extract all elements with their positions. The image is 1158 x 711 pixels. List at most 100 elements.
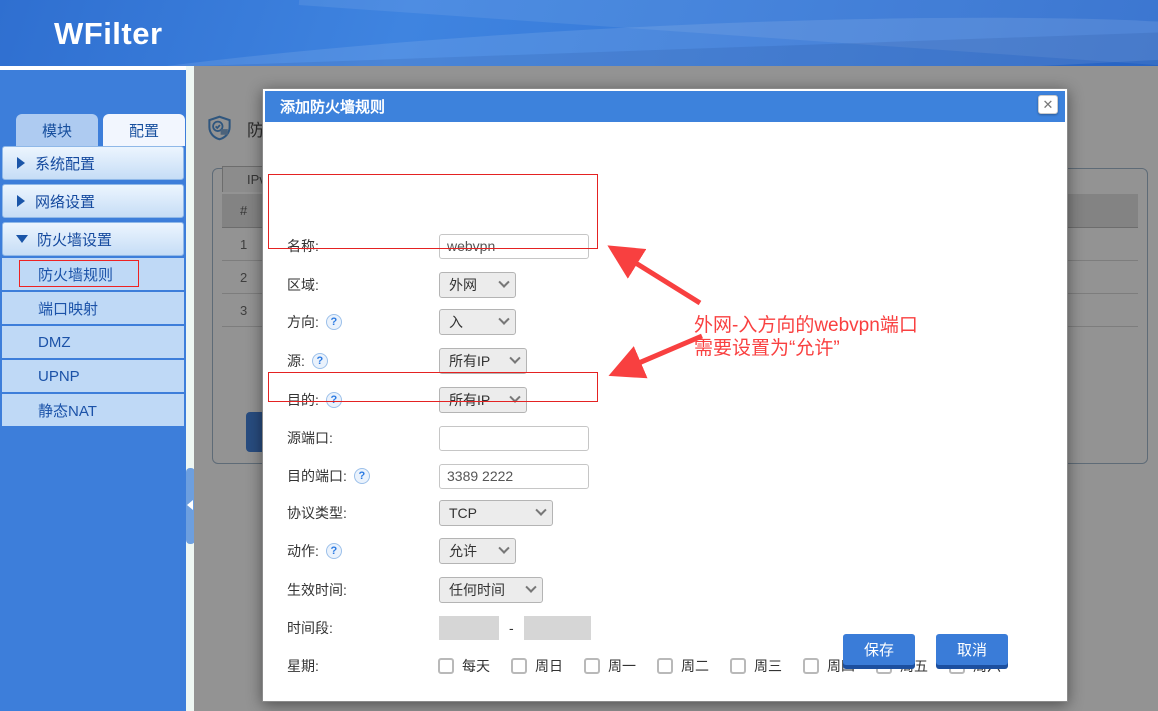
help-icon[interactable]: ? [312, 353, 328, 369]
top-banner: WFilter [0, 0, 1158, 66]
help-icon[interactable]: ? [354, 468, 370, 484]
dialog-header: 添加防火墙规则 [265, 91, 1065, 122]
field-label: 星期: [287, 656, 319, 676]
time-start-input[interactable] [439, 616, 499, 640]
form-row-source-port: 源端口: [287, 425, 1047, 451]
chevron-down-icon [509, 353, 520, 364]
sidebar-item-label: UPNP [38, 368, 80, 385]
help-icon[interactable]: ? [326, 392, 342, 408]
chevron-down-icon [525, 582, 536, 593]
time-range-separator: - [509, 620, 514, 636]
sidebar-group-firewall-settings[interactable]: 防火墙设置 [2, 222, 184, 256]
triangle-down-icon [16, 235, 28, 243]
sidebar-tabs: 模块 配置 [16, 114, 186, 146]
checkbox-label: 每天 [462, 656, 490, 676]
dialog-title: 添加防火墙规则 [265, 96, 385, 117]
form-row-action: 动作: ? 允许 [287, 538, 1047, 564]
source-port-input[interactable] [439, 426, 589, 451]
checkbox-sunday[interactable] [511, 658, 527, 674]
triangle-right-icon [17, 195, 25, 207]
selected-value: TCP [449, 505, 477, 521]
checkbox-label: 周日 [535, 656, 563, 676]
selected-value: 任何时间 [449, 580, 505, 600]
form-row-direction: 方向: ? 入 [287, 309, 1047, 335]
form-row-time-range: 时间段: - [287, 615, 1047, 641]
form-row-zone: 区域: 外网 [287, 272, 1047, 298]
chevron-down-icon [509, 392, 520, 403]
wfilter-app: WFilter 模块 配置 系统配置 网络设置 防火墙设置 防火墙规则 端口映射… [0, 0, 1158, 711]
close-icon[interactable]: ✕ [1038, 95, 1058, 114]
field-label: 生效时间: [287, 580, 347, 600]
annotation-line2: 需要设置为“允许” [694, 337, 918, 360]
zone-select[interactable]: 外网 [439, 272, 516, 298]
tab-modules[interactable]: 模块 [16, 114, 98, 146]
week-checkbox-group: 每天 周日 周一 周二 周三 周四 周五 周六 [438, 656, 1015, 676]
checkbox-everyday[interactable] [438, 658, 454, 674]
chevron-down-icon [498, 543, 509, 554]
annotation-line1: 外网-入方向的webvpn端口 [694, 314, 918, 337]
annotation-note: 外网-入方向的webvpn端口 需要设置为“允许” [694, 314, 918, 360]
triangle-left-icon [187, 500, 193, 510]
checkbox-label: 周一 [608, 656, 636, 676]
sidebar-item-label: 防火墙规则 [38, 264, 113, 285]
sidebar-group-label: 网络设置 [35, 191, 95, 212]
sidebar-item-label: 端口映射 [38, 298, 98, 319]
form-row-week: 星期: 每天 周日 周一 周二 周三 周四 周五 周六 [287, 653, 1047, 679]
tab-config[interactable]: 配置 [103, 114, 185, 146]
field-label: 动作: [287, 541, 319, 561]
field-label: 区域: [287, 275, 319, 295]
form-row-dest-port: 目的端口: ? [287, 463, 1047, 489]
form-row-name: 名称: [287, 233, 1047, 259]
field-label: 方向: [287, 312, 319, 332]
save-button[interactable]: 保存 [843, 634, 915, 665]
name-input[interactable] [439, 234, 589, 259]
field-label: 源端口: [287, 428, 333, 448]
field-label: 目的端口: [287, 466, 347, 486]
field-label: 协议类型: [287, 503, 347, 523]
source-select[interactable]: 所有IP [439, 348, 527, 374]
effective-time-select[interactable]: 任何时间 [439, 577, 543, 603]
wfilter-logo: WFilter [54, 16, 163, 52]
chevron-down-icon [498, 277, 509, 288]
triangle-right-icon [17, 157, 25, 169]
sidebar-group-label: 防火墙设置 [37, 229, 112, 250]
checkbox-wednesday[interactable] [730, 658, 746, 674]
checkbox-monday[interactable] [584, 658, 600, 674]
help-icon[interactable]: ? [326, 314, 342, 330]
checkbox-label: 周三 [754, 656, 782, 676]
cancel-button[interactable]: 取消 [936, 634, 1008, 665]
sidebar-item-label: 静态NAT [38, 400, 97, 421]
sidebar-item-static-nat[interactable]: 静态NAT [2, 394, 184, 426]
field-label: 名称: [287, 236, 319, 256]
help-icon[interactable]: ? [326, 543, 342, 559]
sidebar-item-firewall-rules[interactable]: 防火墙规则 [2, 258, 184, 290]
sidebar-item-dmz[interactable]: DMZ [2, 326, 184, 358]
dest-port-input[interactable] [439, 464, 589, 489]
selected-value: 外网 [449, 275, 477, 295]
sidebar-group-label: 系统配置 [35, 153, 95, 174]
selected-value: 入 [449, 312, 463, 332]
selected-value: 所有IP [449, 351, 490, 371]
form-row-source: 源: ? 所有IP [287, 348, 1047, 374]
destination-select[interactable]: 所有IP [439, 387, 527, 413]
sidebar-item-port-mapping[interactable]: 端口映射 [2, 292, 184, 324]
action-select[interactable]: 允许 [439, 538, 516, 564]
sidebar-group-system-config[interactable]: 系统配置 [2, 146, 184, 180]
sidebar-item-upnp[interactable]: UPNP [2, 360, 184, 392]
add-firewall-rule-dialog: 添加防火墙规则 ✕ 名称: 区域: 外网 方向: ? 入 源: [262, 88, 1068, 702]
time-end-input[interactable] [524, 616, 591, 640]
checkbox-label: 周二 [681, 656, 709, 676]
sidebar-item-label: DMZ [38, 334, 71, 351]
field-label: 源: [287, 351, 305, 371]
checkbox-tuesday[interactable] [657, 658, 673, 674]
protocol-select[interactable]: TCP [439, 500, 553, 526]
chevron-down-icon [498, 314, 509, 325]
direction-select[interactable]: 入 [439, 309, 516, 335]
checkbox-thursday[interactable] [803, 658, 819, 674]
chevron-down-icon [535, 505, 546, 516]
time-range-controls: - [439, 616, 591, 640]
sidebar-group-network-settings[interactable]: 网络设置 [2, 184, 184, 218]
form-row-effective-time: 生效时间: 任何时间 [287, 577, 1047, 603]
field-label: 目的: [287, 390, 319, 410]
form-row-protocol: 协议类型: TCP [287, 500, 1047, 526]
